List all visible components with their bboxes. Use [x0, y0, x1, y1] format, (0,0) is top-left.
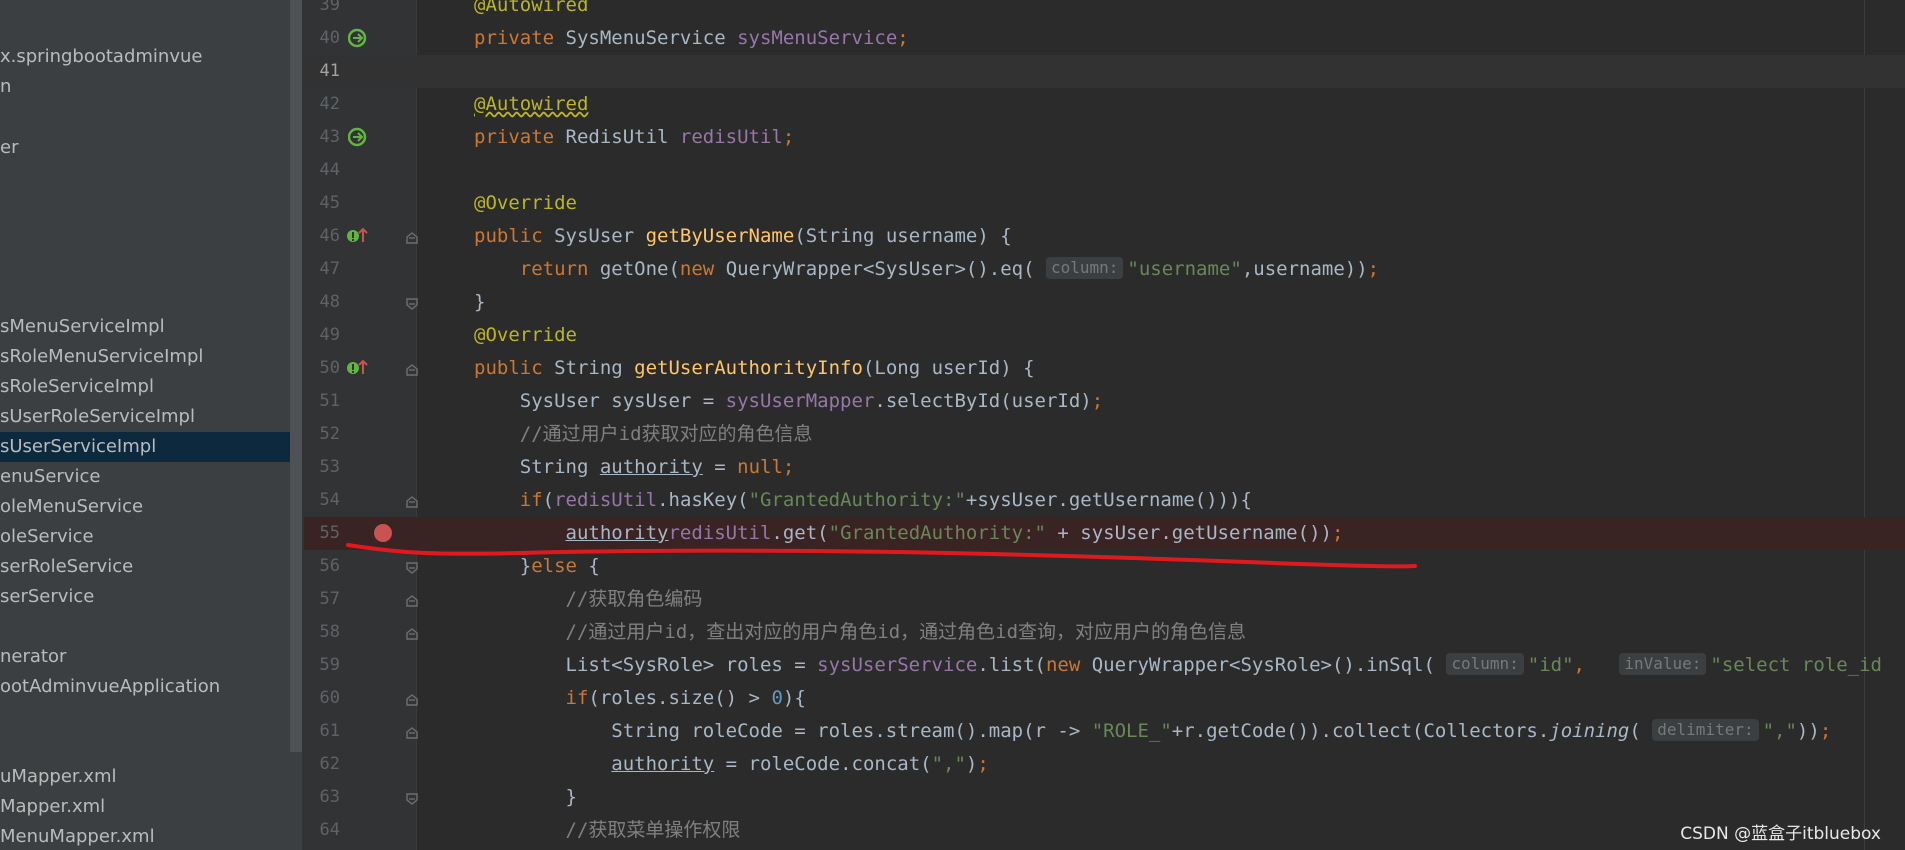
- csdn-watermark: CSDN @蓝盒子itbluebox: [1680, 824, 1881, 844]
- red-hand-drawn-underline: [346, 543, 1417, 569]
